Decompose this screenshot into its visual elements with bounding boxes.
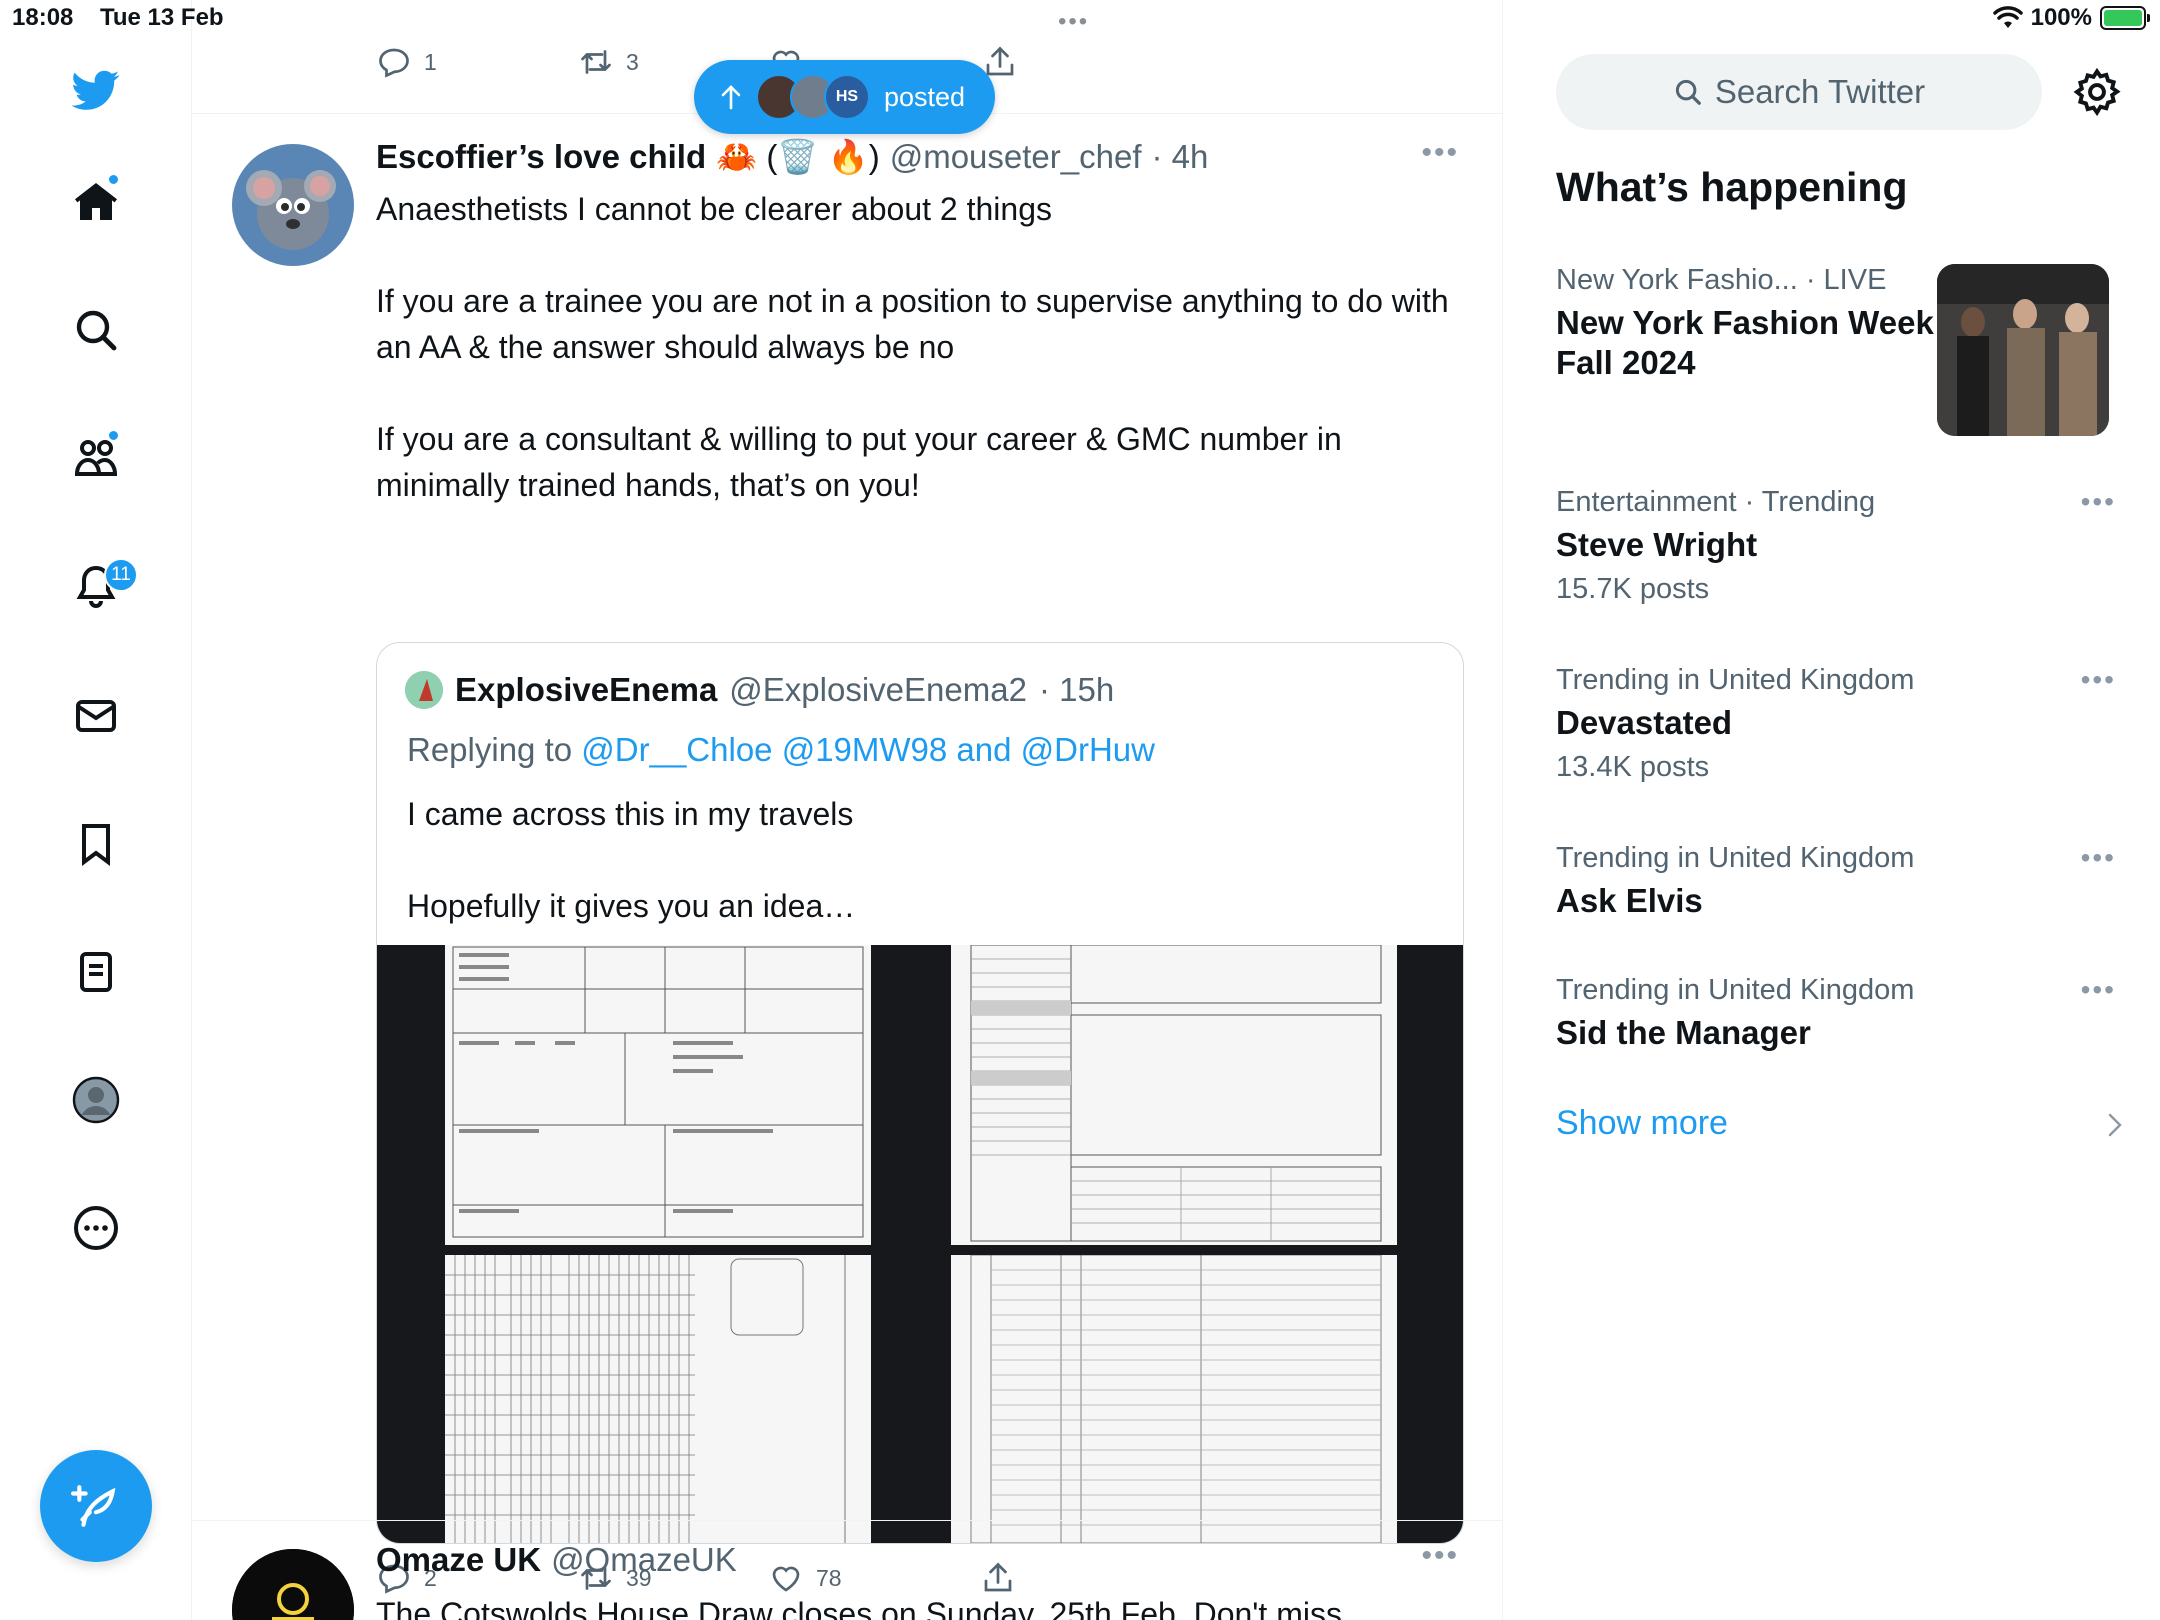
tweet-more-icon[interactable]: ••• — [1421, 136, 1459, 170]
author-handle[interactable]: @mouseter_chef — [890, 138, 1142, 176]
home-icon[interactable] — [62, 168, 130, 236]
profile-icon[interactable] — [62, 1066, 130, 1134]
status-date: Tue 13 Feb — [100, 4, 224, 31]
communities-icon[interactable] — [62, 424, 130, 492]
retweet-button[interactable]: 3 — [578, 44, 639, 80]
home-unread-dot — [108, 174, 119, 185]
trend-more-icon[interactable]: ••• — [2081, 842, 2116, 874]
avatar[interactable] — [232, 144, 354, 266]
trend-meta: Trending in United Kingdom — [1556, 842, 1915, 874]
media-image-2[interactable] — [951, 945, 1397, 1245]
replying-to-users[interactable]: @Dr__Chloe @19MW98 and @DrHuw — [581, 731, 1155, 768]
quote-header: ExplosiveEnema @ExplosiveEnema2 · 15h — [405, 671, 1114, 709]
replying-prefix: Replying to — [407, 731, 573, 768]
quote-text: I came across this in my travels Hopeful… — [407, 796, 856, 924]
media-image-4[interactable] — [951, 1255, 1397, 1543]
reply-button[interactable]: 1 — [376, 44, 437, 80]
show-more-link[interactable]: Show more — [1556, 1104, 1728, 1143]
notifications-badge: 11 — [104, 558, 138, 592]
compose-icon — [71, 1485, 116, 1527]
gear-icon[interactable] — [2071, 66, 2123, 118]
trend-image[interactable] — [1937, 264, 2109, 436]
author-name[interactable]: Escoffier’s love child — [376, 138, 706, 176]
trend-meta: New York Fashio... · LIVE — [1556, 264, 1887, 296]
trend-item[interactable]: Trending in United Kingdom Sid the Manag… — [1556, 974, 2116, 1053]
tweet-time[interactable]: · 4h — [1152, 138, 1209, 176]
timeline[interactable]: 1 3 HS posted Escoffier’s love child 🦀 (… — [192, 0, 1503, 1620]
status-time: 18:08 — [12, 4, 74, 31]
right-sidebar: Search Twitter What’s happening New York… — [1503, 0, 2160, 1620]
tweet[interactable]: Escoffier’s love child 🦀 (🗑️ 🔥) @mousete… — [192, 114, 1502, 1594]
avatar: HS — [824, 74, 870, 120]
arrow-up-icon — [721, 85, 741, 110]
trend-more-icon[interactable]: ••• — [2081, 664, 2116, 696]
retweet-icon — [581, 50, 611, 74]
trend-meta: Trending in United Kingdom — [1556, 664, 1915, 696]
status-bar: 18:08 Tue 13 Feb ••• 100% — [0, 0, 2160, 40]
tweet-text: Anaesthetists I cannot be clearer about … — [376, 191, 1449, 503]
retweet-count: 3 — [626, 48, 639, 75]
battery-icon — [2100, 6, 2150, 30]
search-placeholder: Search Twitter — [1714, 73, 1926, 110]
multitasking-dots-icon[interactable]: ••• — [1058, 8, 1089, 36]
trend-count: 13.4K posts — [1556, 751, 1710, 783]
quote-author-name: ExplosiveEnema — [455, 671, 718, 708]
chevron-right-icon[interactable] — [2103, 1110, 2127, 1140]
avatar[interactable] — [232, 1549, 354, 1620]
trend-title: Sid the Manager — [1556, 1014, 1811, 1051]
trend-count: 15.7K posts — [1556, 573, 1710, 605]
media-grid[interactable] — [377, 945, 1463, 1543]
trend-item[interactable]: Trending in United Kingdom Ask Elvis ••• — [1556, 842, 2116, 921]
whats-happening-title: What’s happening — [1556, 164, 1908, 210]
left-nav: 11 — [0, 0, 192, 1620]
author-name[interactable]: Omaze UK — [376, 1541, 541, 1579]
media-image-3[interactable] — [445, 1255, 871, 1543]
compose-button[interactable] — [40, 1450, 152, 1562]
communities-unread-dot — [108, 430, 119, 441]
trend-more-icon[interactable]: ••• — [2081, 486, 2116, 518]
trend-title: New York Fashion Week Fall 2024 — [1556, 304, 1934, 381]
more-icon[interactable] — [62, 1194, 130, 1262]
reply-icon — [379, 48, 409, 78]
trend-meta: Entertainment · Trending — [1556, 486, 1876, 518]
trend-item[interactable]: New York Fashio... · LIVE New York Fashi… — [1556, 264, 1936, 383]
status-right: 100% — [1992, 4, 2150, 32]
replying-to: Replying to @Dr__Chloe @19MW98 and @DrHu… — [407, 731, 1155, 769]
pill-avatars: HS — [756, 74, 870, 120]
author-handle[interactable]: @OmazeUK — [551, 1541, 737, 1579]
new-posts-pill[interactable]: HS posted — [694, 60, 996, 134]
tweet-header: Escoffier’s love child 🦀 (🗑️ 🔥) @mousete… — [376, 138, 1208, 177]
avatar[interactable] — [405, 671, 443, 709]
lists-icon[interactable] — [62, 938, 130, 1006]
media-image-1[interactable] — [445, 945, 871, 1245]
quote-author-handle: @ExplosiveEnema2 — [729, 671, 1027, 708]
trend-title: Ask Elvis — [1556, 882, 1703, 919]
tweet[interactable]: Omaze UK @OmazeUK ••• The Cotswolds Hous… — [192, 1521, 1502, 1620]
search-icon — [1675, 79, 1701, 105]
trend-title: Steve Wright — [1556, 526, 1758, 563]
tweet-header: Omaze UK @OmazeUK — [376, 1541, 737, 1579]
trend-more-icon[interactable]: ••• — [2081, 974, 2116, 1006]
reply-count: 1 — [424, 48, 437, 75]
bell-icon[interactable]: 11 — [62, 552, 138, 620]
trend-title: Devastated — [1556, 704, 1733, 741]
tweet-text: The Cotswolds House Draw closes on Sunda… — [376, 1596, 1342, 1620]
mail-icon[interactable] — [62, 682, 130, 750]
search-input[interactable]: Search Twitter — [1556, 54, 2042, 130]
trend-item[interactable]: Entertainment · Trending Steve Wright 15… — [1556, 486, 2116, 606]
quoted-tweet[interactable]: ExplosiveEnema @ExplosiveEnema2 · 15h Re… — [376, 642, 1464, 1544]
twitter-logo-icon[interactable] — [62, 56, 130, 124]
bookmark-icon[interactable] — [62, 810, 130, 878]
posted-label: posted — [884, 81, 966, 112]
battery-percent: 100% — [2030, 4, 2092, 31]
trend-meta: Trending in United Kingdom — [1556, 974, 1915, 1006]
tweet-more-icon[interactable]: ••• — [1421, 1539, 1459, 1573]
author-emoji: 🦀 (🗑️ 🔥) — [716, 138, 880, 175]
wifi-icon — [1992, 6, 2023, 28]
quote-time: · 15h — [1038, 671, 1115, 708]
search-icon[interactable] — [62, 296, 130, 364]
trend-item[interactable]: Trending in United Kingdom Devastated 13… — [1556, 664, 2116, 784]
